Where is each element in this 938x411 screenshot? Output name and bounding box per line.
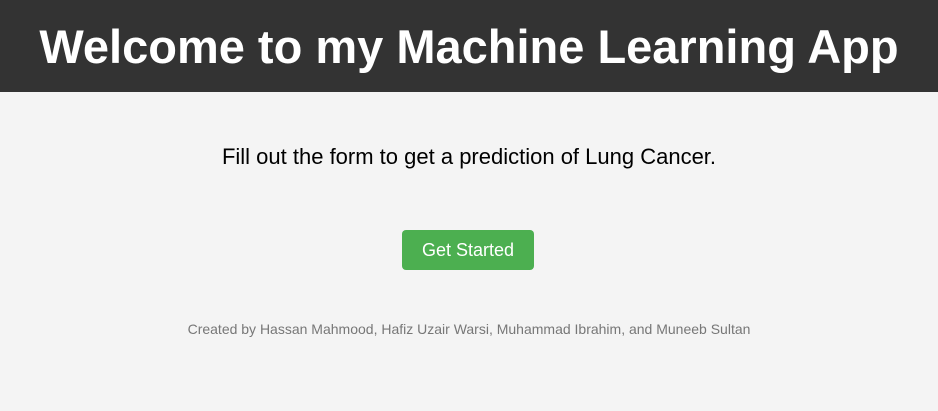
- page-subtitle: Fill out the form to get a prediction of…: [221, 144, 717, 169]
- page-header: Welcome to my Machine Learning App: [0, 0, 938, 92]
- main-content: Fill out the form to get a prediction of…: [0, 92, 938, 411]
- get-started-button[interactable]: Get Started: [402, 230, 534, 270]
- credits-text: Created by Hassan Mahmood, Hafiz Uzair W…: [187, 321, 751, 337]
- page-title: Welcome to my Machine Learning App: [39, 19, 899, 73]
